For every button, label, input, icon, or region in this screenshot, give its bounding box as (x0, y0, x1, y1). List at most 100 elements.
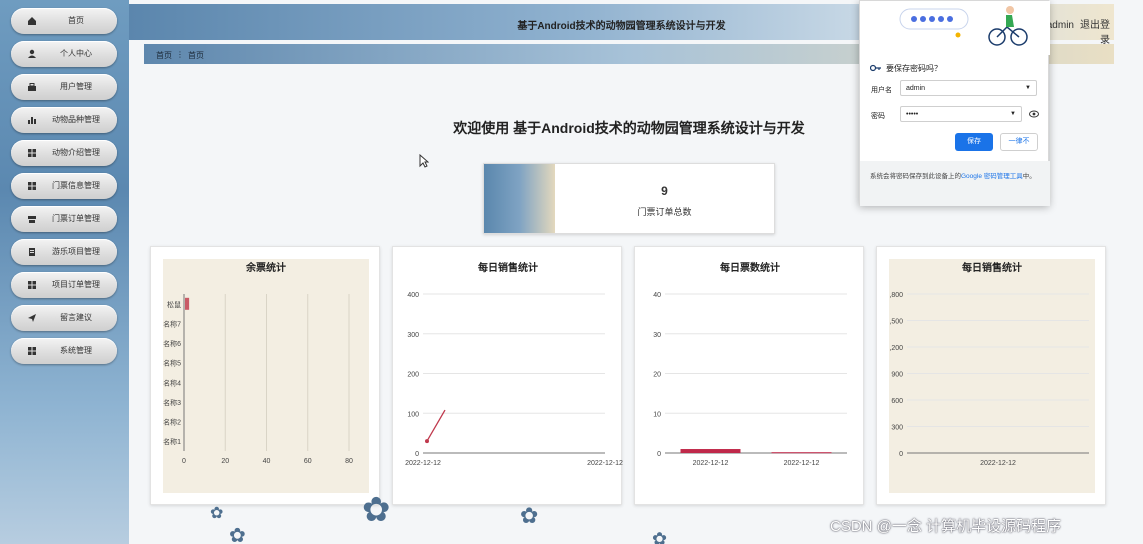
user-icon (28, 49, 36, 58)
sidebar-item[interactable]: 游乐项目管理 (11, 239, 117, 265)
sidebar-item[interactable]: 门票信息管理 (11, 173, 117, 199)
tick-label: 0 (415, 451, 419, 458)
sidebar-item[interactable]: 系统管理 (11, 338, 117, 364)
username-value: admin (906, 85, 926, 92)
category-label: 松鼠 (167, 300, 181, 309)
sidebar-item-label: 游乐项目管理 (52, 247, 100, 256)
chart-card-daily-sales-2: 每日销售统计 0 300 600 900 ,200 ,500 ,800 2022-12-12 (876, 246, 1106, 505)
tick-label: 20 (653, 372, 661, 379)
sidebar-item[interactable]: 动物介绍管理 (11, 140, 117, 166)
sidebar-item[interactable]: 门票订单管理 (11, 206, 117, 232)
breadcrumb-current: 首页 (188, 51, 204, 60)
sidebar-item-label: 用户管理 (60, 82, 92, 91)
series-line (426, 409, 446, 442)
category-label: 名称7 (163, 319, 181, 328)
password-field-label: 密码 (871, 113, 885, 120)
bar (680, 449, 741, 453)
footer-end: 中。 (1022, 173, 1036, 180)
stat-value: 9 (661, 184, 668, 198)
flower-decoration: ✿ (210, 505, 224, 522)
tick-label: ,800 (889, 292, 903, 299)
app-window: 首页 个人中心 用户管理 动物品种管理 动物介绍管理 门票信息管理 门票订单管理 游乐项目管理… (0, 0, 1143, 544)
save-password-popup: 要保存密码吗？ 用户名 admin ▼ 密码 ••••• ▼ 保存 一律不 系统… (859, 0, 1050, 206)
tick-label: 600 (891, 398, 903, 405)
tick-label: 40 (653, 292, 661, 299)
bar (771, 452, 832, 454)
daily-sales-chart-2: 每日销售统计 0 300 600 900 ,200 ,500 ,800 2022-12-12 (889, 259, 1095, 493)
chevron-down-icon: ▼ (1010, 111, 1016, 117)
x-tick-label: 2022-12-12 (405, 460, 441, 467)
popup-footer: 系统会将密码保存到此设备上的Google 密码管理工具中。 (860, 161, 1050, 206)
username-select[interactable]: admin ▼ (900, 80, 1037, 96)
sidebar-item[interactable]: 留言建议 (11, 305, 117, 331)
username-label: admin (1046, 20, 1074, 31)
chart-card-remaining-tickets: 余票统计 0 20 40 60 80 名称1 名称2 名称3 名称4 名称5 名称6 名称7 松鼠 (150, 246, 380, 505)
tick-label: 300 (891, 425, 903, 432)
password-illustration (860, 1, 1050, 55)
breadcrumb-separator: ⋮ (176, 50, 184, 59)
stack-icon (28, 216, 36, 223)
sidebar-item[interactable]: 用户管理 (11, 74, 117, 100)
chevron-down-icon: ▼ (1025, 85, 1031, 91)
csdn-watermark: CSDN @一念 计算机毕设源码程序 (830, 518, 1062, 535)
key-icon (870, 64, 881, 72)
sidebar-item[interactable]: 动物品种管理 (11, 107, 117, 133)
breadcrumb-home[interactable]: 首页 (156, 50, 172, 61)
breadcrumb: 首页 ⋮ 首页 (156, 50, 204, 61)
tick-label: ,500 (889, 319, 903, 326)
password-select[interactable]: ••••• ▼ (900, 106, 1022, 122)
tick-label: 0 (182, 458, 186, 465)
tick-label: 300 (407, 332, 419, 339)
password-manager-link[interactable]: Google 密码管理工具 (961, 173, 1023, 180)
category-label: 名称5 (163, 359, 181, 368)
send-icon (28, 314, 36, 322)
sidebar: 首页个人中心用户管理动物品种管理 动物介绍管理门票信息管理 门票订单管理 游乐项目管理… (0, 0, 129, 544)
sidebar-item[interactable]: 项目订单管理 (11, 272, 117, 298)
footer-text: 系统会将密码保存到此设备上的 (870, 173, 961, 180)
tick-label: 200 (407, 372, 419, 379)
tick-label: 10 (653, 411, 661, 418)
category-label: 名称3 (163, 398, 181, 407)
tick-label: 100 (407, 411, 419, 418)
chart-card-daily-tickets: 每日票数统计 0 10 20 30 40 2022-12-12 2022-12-12 (634, 246, 864, 505)
daily-tickets-chart: 每日票数统计 0 10 20 30 40 2022-12-12 2022-12-12 (653, 261, 847, 467)
password-value: ••••• (906, 111, 919, 118)
save-button[interactable]: 保存 (955, 133, 993, 151)
sidebar-item-label: 个人中心 (60, 49, 92, 58)
sidebar-item[interactable]: 个人中心 (11, 41, 117, 67)
sidebar-item-label: 门票信息管理 (52, 181, 100, 190)
bar-chart-icon (28, 117, 36, 124)
tick-label: 20 (221, 458, 229, 465)
data-point (425, 439, 429, 444)
tick-label: 40 (263, 458, 271, 465)
sidebar-item-label: 项目订单管理 (52, 280, 100, 289)
sidebar-item-label: 系统管理 (60, 346, 92, 355)
logout-link[interactable]: 退出登录 (1080, 20, 1110, 46)
chart-title: 每日销售统计 (478, 261, 538, 274)
save-password-question: 要保存密码吗？ (886, 64, 942, 73)
chart-title: 每日票数统计 (720, 261, 780, 274)
sidebar-item-label: 留言建议 (60, 313, 92, 322)
flower-decoration: ✿ (229, 525, 246, 544)
flower-decoration: ✿ (520, 503, 539, 528)
daily-sales-chart: 每日销售统计 0 100 200 300 400 2022-12-12 2022-12-12 (405, 261, 623, 467)
grid-icon (28, 347, 36, 355)
category-label: 名称2 (163, 418, 181, 427)
x-tick-label: 2022-12-12 (980, 460, 1016, 467)
chart-card-daily-sales: 每日销售统计 0 100 200 300 400 2022-12-12 2022-12-12 (392, 246, 623, 505)
x-tick-label: 2022-12-12 (587, 460, 623, 467)
eye-icon[interactable] (1029, 110, 1039, 118)
users-icon (28, 83, 36, 91)
sidebar-item-label: 门票订单管理 (52, 214, 100, 223)
tick-label: 0 (657, 451, 661, 458)
username-field-label: 用户名 (871, 87, 892, 94)
never-button[interactable]: 一律不 (1000, 133, 1038, 151)
sidebar-item[interactable]: 首页 (11, 8, 117, 34)
tick-label: 60 (304, 458, 312, 465)
grid-icon (28, 149, 36, 157)
stat-label: 门票订单总数 (637, 207, 692, 217)
flower-decoration: ✿ (652, 529, 668, 544)
x-tick-label: 2022-12-12 (693, 460, 729, 467)
category-label: 名称6 (163, 339, 181, 348)
chart-title: 每日销售统计 (962, 261, 1022, 274)
